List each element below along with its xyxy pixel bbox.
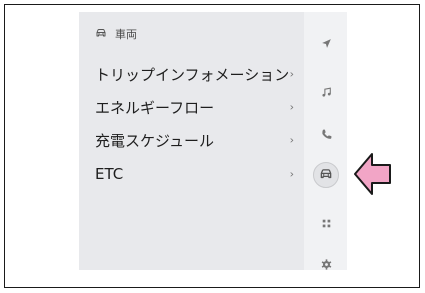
menu-item-label: エネルギーフロー (95, 98, 215, 117)
music-button[interactable] (313, 80, 339, 106)
car-icon (319, 166, 333, 185)
menu-item-etc[interactable]: ETC › (79, 159, 304, 189)
pink-pointer-arrow-icon (354, 153, 391, 195)
phone-icon (320, 126, 333, 145)
menu-item-energy-flow[interactable]: エネルギーフロー › (79, 92, 304, 122)
menu-item-label: ETC (95, 165, 124, 183)
chevron-right-icon: › (289, 133, 294, 147)
chevron-right-icon: › (289, 67, 294, 81)
vehicle-menu-panel: 車両 トリップインフォメーション › エネルギーフロー › 充電スケジュール ›… (79, 12, 304, 270)
music-icon (320, 84, 333, 103)
apps-grid-icon (320, 215, 333, 234)
side-icon-rail (304, 12, 347, 270)
section-header: 車両 (95, 26, 137, 42)
section-title: 車両 (115, 28, 137, 41)
chevron-right-icon: › (289, 167, 294, 181)
chevron-right-icon: › (289, 100, 294, 114)
settings-button[interactable] (313, 252, 339, 270)
menu-item-label: 充電スケジュール (95, 131, 214, 150)
settings-gear-icon (320, 256, 333, 271)
navigation-icon (320, 35, 333, 54)
apps-button[interactable] (313, 211, 339, 237)
car-icon (95, 27, 107, 42)
navigation-button[interactable] (313, 31, 339, 57)
vehicle-button[interactable] (313, 162, 339, 188)
infotainment-screen: 車両 トリップインフォメーション › エネルギーフロー › 充電スケジュール ›… (79, 12, 379, 270)
menu-item-trip-information[interactable]: トリップインフォメーション › (79, 59, 304, 89)
menu-item-charging-schedule[interactable]: 充電スケジュール › (79, 125, 304, 155)
menu-item-label: トリップインフォメーション (95, 65, 290, 84)
phone-button[interactable] (313, 122, 339, 148)
